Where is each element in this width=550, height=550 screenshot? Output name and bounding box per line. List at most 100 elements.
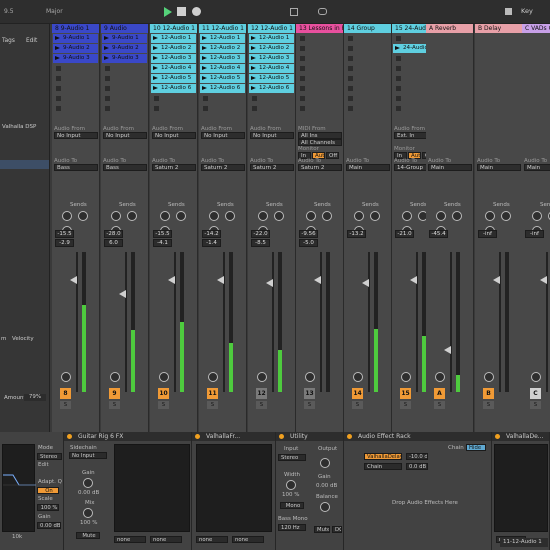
clip-play-icon[interactable] [202,46,207,50]
chain-item-valhalladelay[interactable]: ValhallaDelay [364,453,402,460]
stop-square-icon[interactable] [56,66,61,71]
fader-handle[interactable] [70,276,77,284]
clip-slot[interactable]: 12-Audio 1 [200,34,245,43]
stop-square-icon[interactable] [396,66,401,71]
clip-play-icon[interactable] [153,36,158,40]
from-dropdown[interactable]: No Input [250,132,294,139]
edit-button[interactable]: Edit [26,38,37,44]
pan-knob[interactable] [401,372,411,382]
track-activator[interactable]: 13 [304,388,315,399]
empty-clip-slot[interactable] [53,64,98,73]
track-activator[interactable]: 12 [256,388,267,399]
clip-play-icon[interactable] [153,76,158,80]
stop-square-icon[interactable] [300,106,305,111]
midi-icon[interactable] [505,8,512,15]
empty-clip-slot[interactable] [102,64,147,73]
clip-play-icon[interactable] [55,46,60,50]
volume-value[interactable]: -28.0 [104,230,123,238]
pan-knob[interactable] [208,372,218,382]
from-dropdown[interactable]: No Input [201,132,245,139]
empty-clip-slot[interactable] [345,54,390,63]
send-a-knob[interactable] [436,211,446,221]
clip-slot[interactable]: 12-Audio 1 [151,34,196,43]
volume-fader[interactable] [450,252,452,392]
solo-button[interactable]: S [256,401,267,409]
power-icon[interactable] [67,434,72,439]
browser-item[interactable]: Valhalla DSP [2,124,36,130]
stop-square-icon[interactable] [105,96,110,101]
chain-volume[interactable]: -10.0 d [406,453,428,460]
clip-slot[interactable]: 12-Audio 5 [249,74,294,83]
stop-square-icon[interactable] [154,96,159,101]
track-title[interactable]: B Delay [475,24,522,33]
volume-fader[interactable] [499,252,501,392]
from-dropdown[interactable]: No Input [103,132,147,139]
track-title[interactable]: 12 12-Audio 1 [248,24,295,33]
stop-square-icon[interactable] [105,106,110,111]
fader-handle[interactable] [314,276,321,284]
volume-value[interactable]: -9.56 [299,230,318,238]
clip-slot[interactable]: 9-Audio 1 [102,34,147,43]
chain-volume[interactable]: 0.0 dB [406,463,428,470]
send-b-knob[interactable] [501,211,511,221]
volume-value[interactable]: -inf [525,230,544,238]
dc-button[interactable]: DC [332,526,342,533]
empty-clip-slot[interactable] [102,104,147,113]
pan-knob[interactable] [353,372,363,382]
empty-clip-slot[interactable] [345,44,390,53]
empty-clip-slot[interactable] [151,104,196,113]
empty-clip-slot[interactable] [200,94,245,103]
channel-dropdown[interactable]: All Channels [298,139,342,146]
stop-button[interactable] [177,7,186,16]
clip-slot[interactable]: 12-Audio 4 [200,64,245,73]
stop-square-icon[interactable] [252,96,257,101]
clip-play-icon[interactable] [202,66,207,70]
stop-square-icon[interactable] [105,86,110,91]
stop-square-icon[interactable] [300,96,305,101]
send-a-knob[interactable] [209,211,219,221]
to-dropdown[interactable]: Bass [54,164,98,171]
pan-knob[interactable] [61,372,71,382]
key-button[interactable]: Key [521,7,533,15]
clip-play-icon[interactable] [153,66,158,70]
volume-value[interactable]: -21.0 [395,230,414,238]
stop-square-icon[interactable] [348,106,353,111]
fader-handle[interactable] [168,276,175,284]
stop-square-icon[interactable] [396,86,401,91]
mute-button[interactable]: Mute [314,526,330,533]
clip-slot[interactable]: 9-Audio 1 [53,34,98,43]
empty-clip-slot[interactable] [102,94,147,103]
volume-value[interactable]: -45.4 [429,230,448,238]
volume-value[interactable]: -13.2 [347,230,366,238]
stop-square-icon[interactable] [348,46,353,51]
fader-handle[interactable] [493,276,500,284]
clip-play-icon[interactable] [395,46,400,50]
empty-clip-slot[interactable] [345,94,390,103]
volume-value[interactable]: -22.0 [251,230,270,238]
empty-clip-slot[interactable] [297,94,342,103]
stop-square-icon[interactable] [56,76,61,81]
clip-slot[interactable]: 12-Audio 2 [249,44,294,53]
fader-handle[interactable] [362,279,369,287]
volume-fader[interactable] [125,252,127,392]
track-title[interactable]: 11 12-Audio 1 [199,24,246,33]
stop-square-icon[interactable] [348,86,353,91]
input-dropdown[interactable]: Stereo [278,454,306,461]
empty-clip-slot[interactable] [297,34,342,43]
clip-label[interactable]: 11-12-Audio 1 [500,538,548,547]
drop-zone[interactable]: Drop Audio Effects Here [392,500,458,506]
play-button[interactable] [164,7,172,17]
clip-slot[interactable]: 12-Audio 5 [151,74,196,83]
amount-value[interactable]: 79% [24,394,46,401]
track-activator[interactable]: 11 [207,388,218,399]
track-activator[interactable]: 8 [60,388,71,399]
hide-button[interactable]: Hide [466,444,486,451]
empty-clip-slot[interactable] [53,94,98,103]
empty-clip-slot[interactable] [297,54,342,63]
send-b-knob[interactable] [78,211,88,221]
stop-square-icon[interactable] [56,106,61,111]
empty-clip-slot[interactable] [345,74,390,83]
send-a-knob[interactable] [532,211,542,221]
clip-play-icon[interactable] [55,36,60,40]
send-a-knob[interactable] [306,211,316,221]
